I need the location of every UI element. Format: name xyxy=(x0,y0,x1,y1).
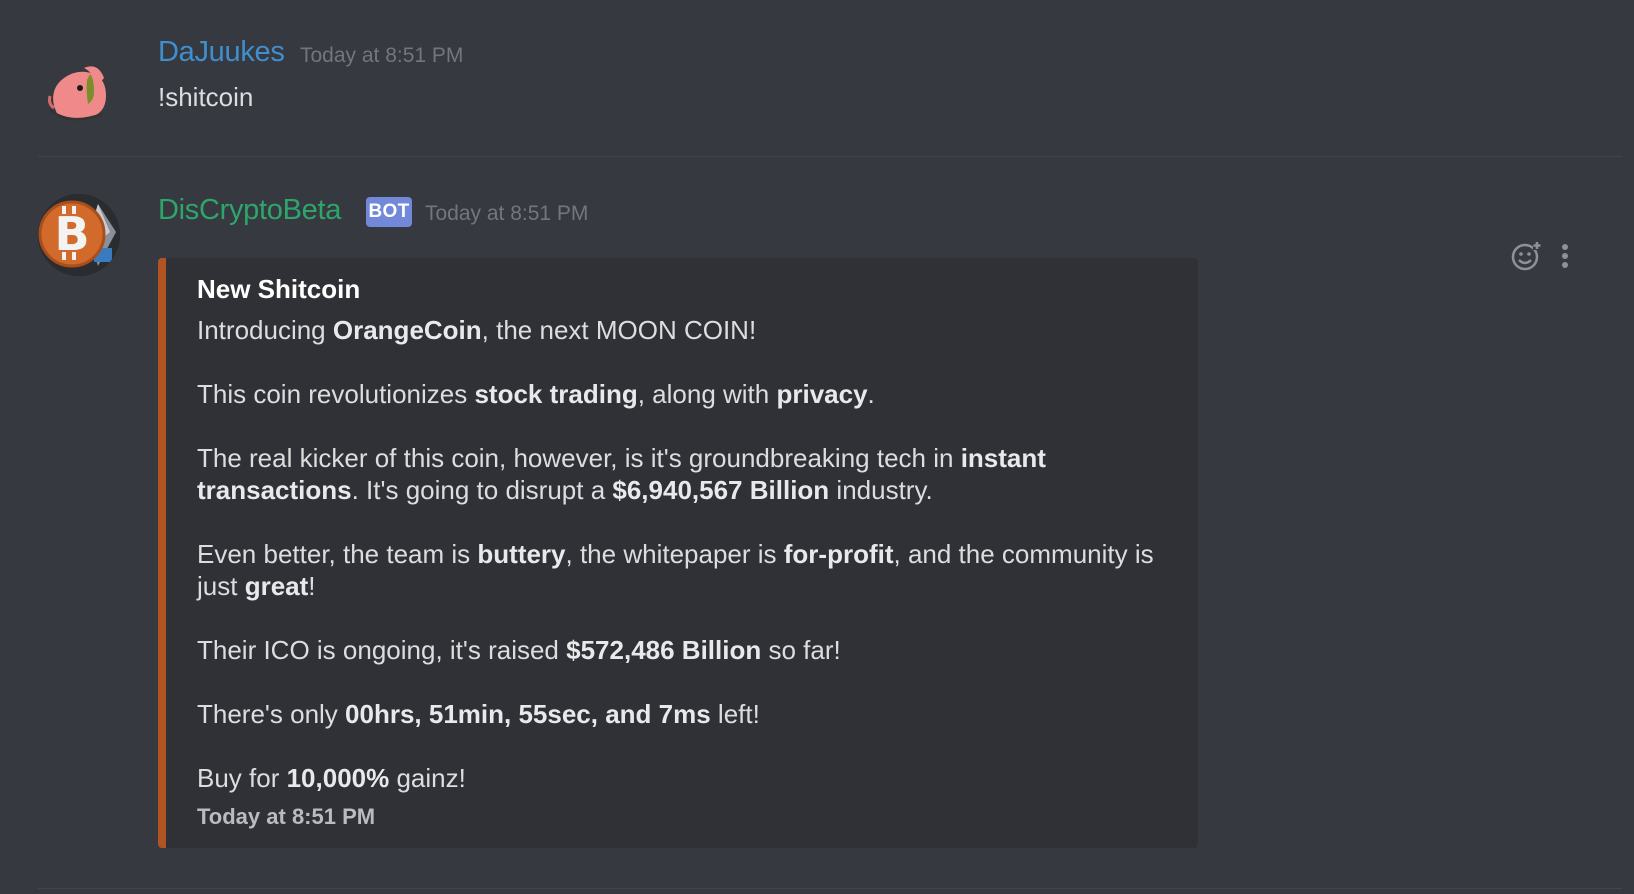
bold-text: stock trading xyxy=(474,379,638,409)
embed-paragraph: Their ICO is ongoing, it's raised $572,4… xyxy=(197,634,1187,666)
bot-badge: BOT xyxy=(366,197,412,227)
text-run: Introducing xyxy=(197,315,333,345)
bold-text: buttery xyxy=(477,539,566,569)
text-run: There's only xyxy=(197,699,346,729)
bold-text: for-profit xyxy=(783,539,894,569)
rich-embed: New Shitcoin Introducing OrangeCoin, the… xyxy=(158,258,1198,848)
text-run: , along with xyxy=(637,379,777,409)
text-run: This coin revolutionizes xyxy=(197,379,475,409)
embed-footer-timestamp: Today at 8:51 PM xyxy=(197,804,376,829)
text-run: Buy for xyxy=(197,763,287,793)
embed-paragraph: Buy for 10,000% gainz! xyxy=(197,762,1187,794)
text-run: ! xyxy=(308,571,316,601)
embed-paragraph: Introducing OrangeCoin, the next MOON CO… xyxy=(197,314,1187,346)
text-run: left! xyxy=(710,699,760,729)
bold-text: 10,000% xyxy=(286,763,390,793)
author-name[interactable]: DisCryptoBeta xyxy=(158,194,341,227)
bold-text: OrangeCoin xyxy=(332,315,482,345)
text-run: so far! xyxy=(761,635,841,665)
text-run: , the next MOON COIN! xyxy=(481,315,757,345)
message-divider xyxy=(38,888,1622,889)
embed-paragraph: The real kicker of this coin, however, i… xyxy=(197,442,1187,506)
text-run: . xyxy=(867,379,875,409)
embed-title: New Shitcoin xyxy=(197,274,361,304)
bold-text: $572,486 Billion xyxy=(566,635,762,665)
add-reaction-icon[interactable] xyxy=(1510,240,1542,277)
message-timestamp: Today at 8:51 PM xyxy=(425,202,589,225)
bot-avatar[interactable]: B xyxy=(38,194,120,276)
bold-text: 00hrs, 51min, 55sec, and 7ms xyxy=(345,699,711,729)
embed-description: Introducing OrangeCoin, the next MOON CO… xyxy=(197,314,1187,794)
bold-text: $6,940,567 Billion xyxy=(612,475,830,505)
text-run: gainz! xyxy=(389,763,466,793)
embed-paragraph: This coin revolutionizes stock trading, … xyxy=(197,378,1187,410)
chat-messages: DaJuukes Today at 8:51 PM !shitcoin B Di… xyxy=(0,0,1634,894)
message-bot: B DisCryptoBeta BOT Today at 8:51 PM New… xyxy=(0,0,1634,894)
embed-paragraph: There's only 00hrs, 51min, 55sec, and 7m… xyxy=(197,698,1187,730)
more-options-icon[interactable] xyxy=(1558,242,1572,277)
bold-text: great xyxy=(244,571,309,601)
text-run: Even better, the team is xyxy=(197,539,478,569)
text-run: , the whitepaper is xyxy=(565,539,784,569)
text-run: Their ICO is ongoing, it's raised xyxy=(197,635,567,665)
bitcoin-logo-icon: B xyxy=(38,194,120,276)
text-run: The real kicker of this coin, however, i… xyxy=(197,443,961,473)
text-run: . It's going to disrupt a xyxy=(351,475,613,505)
text-run: industry. xyxy=(829,475,933,505)
embed-paragraph: Even better, the team is buttery, the wh… xyxy=(197,538,1187,602)
bold-text: privacy xyxy=(776,379,868,409)
